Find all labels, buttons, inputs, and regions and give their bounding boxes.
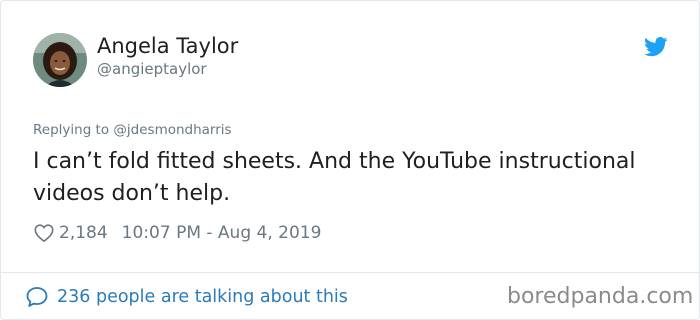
tweet-text: I can’t fold fitted sheets. And the YouT… (33, 149, 636, 206)
conversation-link[interactable]: 236 people are talking about this (25, 284, 348, 310)
reply-context: Replying to @jdesmondharris (33, 121, 232, 139)
reply-mention-link[interactable]: @jdesmondharris (113, 122, 231, 138)
conversation-label: 236 people are talking about this (57, 287, 348, 307)
avatar[interactable] (33, 33, 87, 87)
twitter-bird-icon[interactable] (644, 37, 668, 57)
heart-outline-icon (34, 224, 54, 243)
watermark: boredpanda.com (507, 284, 694, 309)
like-button[interactable]: 2,184 (33, 222, 122, 244)
author-name[interactable]: Angela Taylor (97, 33, 238, 59)
tweet-meta: 2,184 10:07 PM - Aug 4, 2019 (33, 221, 321, 245)
timestamp-link[interactable]: 10:07 PM - Aug 4, 2019 (122, 223, 322, 243)
author-handle[interactable]: @angieptaylor (97, 59, 207, 79)
reply-prefix: Replying to (33, 122, 110, 138)
speech-bubble-icon (26, 287, 48, 307)
tweet-card: Angela Taylor @angieptaylor Replying to … (0, 0, 700, 320)
divider (1, 272, 699, 273)
like-count: 2,184 (59, 223, 108, 243)
